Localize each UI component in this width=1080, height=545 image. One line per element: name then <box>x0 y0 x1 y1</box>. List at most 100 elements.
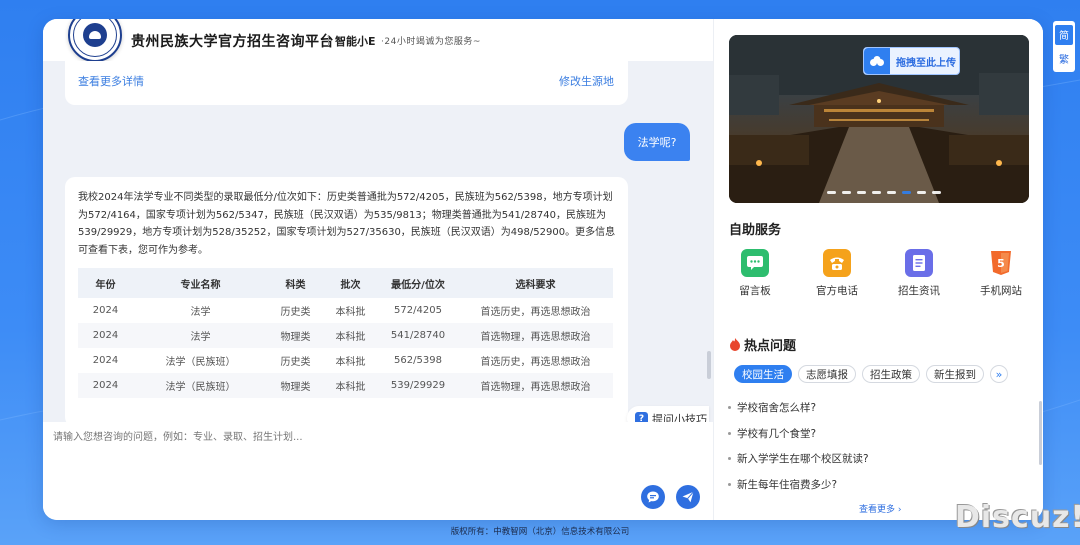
service-official-phone[interactable]: 官方电话 <box>796 249 878 298</box>
language-switcher: 简 繁 <box>1053 21 1075 72</box>
table-cell: 首选物理，再选思想政治 <box>458 323 613 348</box>
table-cell: 物理类 <box>268 323 323 348</box>
table-header-cell: 批次 <box>323 268 378 298</box>
upload-label: 拖拽至此上传 <box>896 57 956 69</box>
university-logo <box>68 19 122 62</box>
tab-policy[interactable]: 招生政策 <box>862 365 920 383</box>
service-label: 手机网站 <box>980 285 1022 297</box>
table-cell: 历史类 <box>280 307 311 318</box>
table-header-cell: 年份 <box>78 268 133 298</box>
table-cell: 本科批 <box>335 357 366 368</box>
simplified-chinese-button[interactable]: 简 <box>1055 24 1073 45</box>
carousel-dot[interactable] <box>857 191 866 194</box>
header-slogan: ·24小时竭诚为您服务~ <box>381 37 481 47</box>
carousel-dot[interactable] <box>827 191 836 194</box>
table-cell: 2024 <box>78 373 133 398</box>
bot-message: 我校2024年法学专业不同类型的录取最低分/位次如下：历史类普通批为572/42… <box>65 177 628 422</box>
table-row: 2024 法学 物理类 本科批 541/28740 首选物理，再选思想政治 <box>78 323 613 348</box>
table-cell: 首选历史，再选思想政治 <box>480 307 591 318</box>
self-service-list: 留言板 官方电话 招生资讯 5 手机网站 <box>714 249 1043 298</box>
admission-score-table: 年份 专业名称 科类 批次 最低分/位次 选科要求 2024 法学 历史类 本科… <box>78 268 613 398</box>
tips-label: 提问小技巧 <box>652 412 707 423</box>
hot-questions-list: 学校宿舍怎么样? 学校有几个食堂? 新入学学生在哪个校区就读? 新生每年住宿费多… <box>728 395 1028 497</box>
carousel-dot[interactable] <box>887 191 896 194</box>
table-cell: 法学（民族班） <box>133 373 268 398</box>
chat-bubble-button[interactable] <box>641 485 665 509</box>
main-card: 贵州民族大学官方招生咨询平台 智能小E ·24小时竭诚为您服务~ 查看更多详情 … <box>43 19 1043 520</box>
news-icon <box>905 249 933 277</box>
view-details-link[interactable]: 查看更多详情 <box>78 73 144 89</box>
table-header-cell: 科类 <box>268 268 323 298</box>
html5-icon: 5 <box>987 249 1015 277</box>
page-title: 贵州民族大学官方招生咨询平台 <box>131 34 334 50</box>
table-cell: 572/4205 <box>394 305 442 316</box>
send-icon <box>682 491 694 503</box>
header-divider <box>328 35 329 46</box>
carousel-dot[interactable] <box>932 191 941 194</box>
list-item[interactable]: 学校有几个食堂? <box>728 421 1028 447</box>
table-cell: 2024 <box>92 305 119 316</box>
service-mobile-site[interactable]: 5 手机网站 <box>960 249 1042 298</box>
table-cell: 法学 <box>133 323 268 348</box>
send-button[interactable] <box>676 485 700 509</box>
carousel-dots <box>827 191 941 194</box>
carousel-dot[interactable] <box>842 191 851 194</box>
see-more-link[interactable]: 查看更多 › <box>859 502 901 515</box>
table-header-row: 年份 专业名称 科类 批次 最低分/位次 选科要求 <box>78 268 613 298</box>
carousel-dot[interactable] <box>917 191 926 194</box>
carousel-dot[interactable] <box>872 191 881 194</box>
hot-questions-title: 热点问题 <box>744 339 797 354</box>
list-item[interactable]: 学校宿舍怎么样? <box>728 395 1028 421</box>
previous-bot-message: 查看更多详情 修改生源地 <box>65 61 628 105</box>
upload-button[interactable]: 拖拽至此上传 <box>863 47 960 75</box>
service-message-board[interactable]: 留言板 <box>714 249 796 298</box>
table-cell: 本科批 <box>323 323 378 348</box>
table-cell: 法学 <box>190 307 211 318</box>
table-cell: 历史类 <box>280 357 311 368</box>
message-board-icon <box>741 249 769 277</box>
tabs-scroll-right-icon[interactable]: » <box>990 365 1008 383</box>
right-sidebar: 拖拽至此上传 自助服务 留言板 官方电话 招生资讯 5 手机网站 热点问题 校园… <box>713 19 1043 520</box>
question-input[interactable] <box>53 428 643 488</box>
table-cell: 本科批 <box>335 307 366 318</box>
cloud-upload-icon <box>864 48 890 74</box>
discuz-watermark: Discuz! <box>955 500 1080 535</box>
campus-banner[interactable]: 拖拽至此上传 <box>729 35 1029 203</box>
table-cell: 本科批 <box>323 373 378 398</box>
see-more-label: 查看更多 <box>859 505 896 515</box>
header: 贵州民族大学官方招生咨询平台 智能小E ·24小时竭诚为您服务~ <box>43 19 713 62</box>
tab-campus-life[interactable]: 校园生活 <box>734 365 792 383</box>
change-origin-link[interactable]: 修改生源地 <box>559 73 614 89</box>
service-label: 留言板 <box>739 285 771 297</box>
table-cell: 541/28740 <box>378 323 458 348</box>
table-header-cell: 专业名称 <box>133 268 268 298</box>
chat-area: 查看更多详情 修改生源地 法学呢? 我校2024年法学专业不同类型的录取最低分/… <box>43 61 713 422</box>
tab-registration[interactable]: 新生报到 <box>926 365 984 383</box>
question-icon: ? <box>635 412 648 422</box>
tab-application[interactable]: 志愿填报 <box>798 365 856 383</box>
traditional-chinese-button[interactable]: 繁 <box>1055 48 1073 68</box>
self-service-title: 自助服务 <box>729 223 782 238</box>
table-cell: 2024 <box>92 355 119 366</box>
service-admission-news[interactable]: 招生资讯 <box>878 249 960 298</box>
phone-icon <box>823 249 851 277</box>
chat-scrollbar[interactable] <box>707 351 711 379</box>
table-cell: 法学（民族班） <box>165 357 236 368</box>
question-tips-button[interactable]: ? 提问小技巧 <box>627 406 709 422</box>
table-cell: 物理类 <box>268 373 323 398</box>
hot-questions-tabs: 校园生活 志愿填报 招生政策 新生报到 » <box>734 365 1008 383</box>
list-item[interactable]: 新入学学生在哪个校区就读? <box>728 446 1028 472</box>
table-cell: 539/29929 <box>378 373 458 398</box>
service-label: 官方电话 <box>816 285 858 297</box>
table-row: 2024 法学 历史类 本科批 572/4205 首选历史，再选思想政治 <box>78 298 613 323</box>
table-header-cell: 选科要求 <box>458 268 613 298</box>
table-header-cell: 最低分/位次 <box>378 268 458 298</box>
questions-scrollbar[interactable] <box>1039 401 1042 465</box>
copyright-footer: 版权所有：中教智网（北京）信息技术有限公司 <box>450 527 630 537</box>
table-cell: 首选物理，再选思想政治 <box>458 373 613 398</box>
service-label: 招生资讯 <box>898 285 940 297</box>
carousel-dot[interactable] <box>902 191 911 194</box>
list-item[interactable]: 新生每年住宿费多少? <box>728 472 1028 498</box>
table-row: 2024 法学（民族班） 历史类 本科批 562/5398 首选历史，再选思想政… <box>78 348 613 373</box>
table-cell: 562/5398 <box>394 355 442 366</box>
